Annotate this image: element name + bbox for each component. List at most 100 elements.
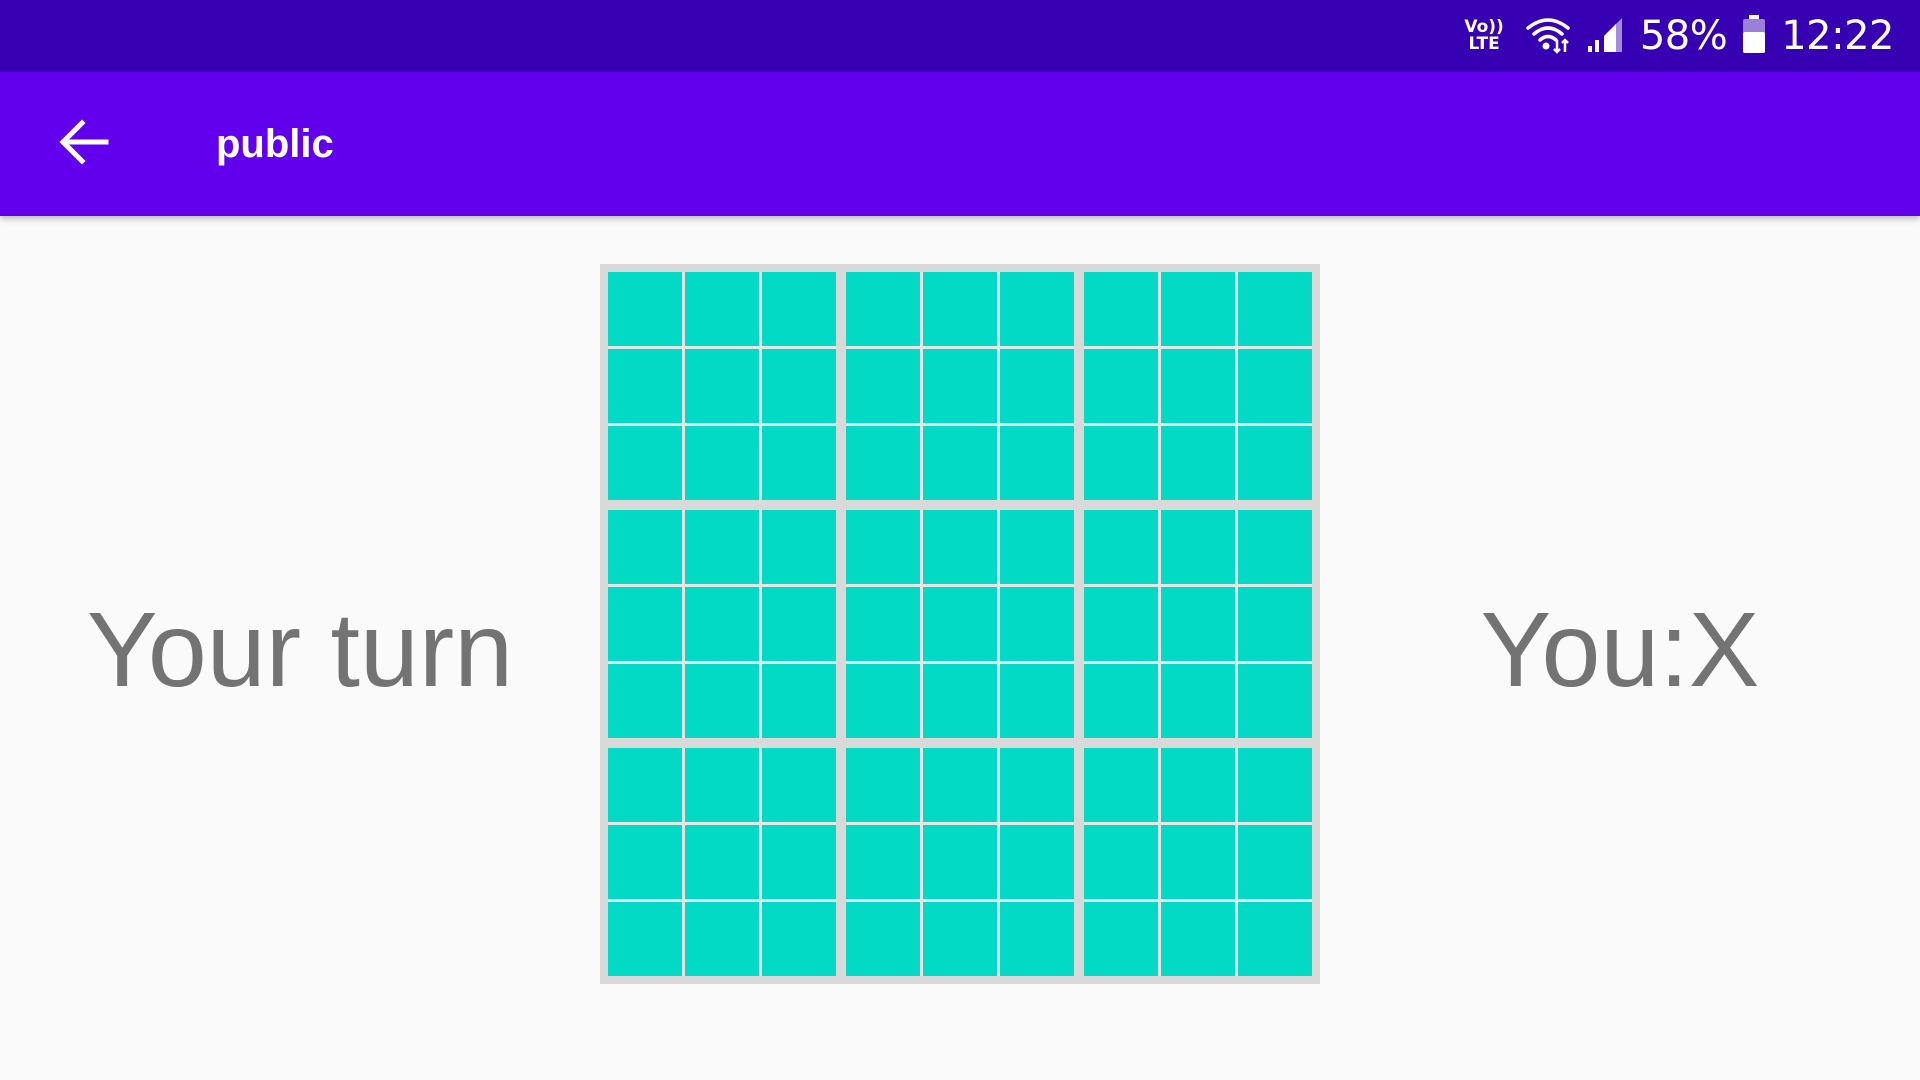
board-cell[interactable]: [762, 426, 836, 500]
back-button[interactable]: [44, 108, 124, 180]
board-cell[interactable]: [1161, 825, 1235, 899]
clock: 12:22: [1781, 13, 1894, 59]
app-bar: public: [0, 72, 1920, 216]
board-cell[interactable]: [923, 587, 997, 661]
board-block: [608, 748, 836, 976]
board-cell[interactable]: [923, 272, 997, 346]
board-cell[interactable]: [762, 349, 836, 423]
board-cell[interactable]: [1084, 902, 1158, 976]
board-cell[interactable]: [685, 902, 759, 976]
board-cell[interactable]: [608, 349, 682, 423]
board-cell[interactable]: [846, 825, 920, 899]
board-cell[interactable]: [685, 426, 759, 500]
board-block: [1084, 272, 1312, 500]
board-cell[interactable]: [1000, 426, 1074, 500]
board-cell[interactable]: [1238, 426, 1312, 500]
board-cell[interactable]: [923, 510, 997, 584]
board-cell[interactable]: [1161, 748, 1235, 822]
board-cell[interactable]: [762, 587, 836, 661]
board-cell[interactable]: [846, 587, 920, 661]
board-cell[interactable]: [1000, 664, 1074, 738]
board-cell[interactable]: [1161, 272, 1235, 346]
board-cell[interactable]: [685, 349, 759, 423]
board-cell[interactable]: [1161, 349, 1235, 423]
board-cell[interactable]: [1161, 426, 1235, 500]
board-cell[interactable]: [1238, 664, 1312, 738]
board-cell[interactable]: [1084, 825, 1158, 899]
board-cell[interactable]: [608, 272, 682, 346]
board-cell[interactable]: [608, 426, 682, 500]
volte-icon: Vo)) LTE: [1464, 19, 1503, 53]
board-cell[interactable]: [1000, 510, 1074, 584]
board-cell[interactable]: [1161, 902, 1235, 976]
board-cell[interactable]: [846, 510, 920, 584]
board-cell[interactable]: [1238, 825, 1312, 899]
board-cell[interactable]: [608, 825, 682, 899]
board-cell[interactable]: [1238, 510, 1312, 584]
board-block: [1084, 748, 1312, 976]
board-cell[interactable]: [846, 902, 920, 976]
board-cell[interactable]: [1161, 510, 1235, 584]
board-cell[interactable]: [1000, 748, 1074, 822]
board-cell[interactable]: [1238, 748, 1312, 822]
board-cell[interactable]: [762, 272, 836, 346]
board-cell[interactable]: [762, 902, 836, 976]
board-cell[interactable]: [1084, 664, 1158, 738]
board-cell[interactable]: [1238, 902, 1312, 976]
board-cell[interactable]: [1084, 272, 1158, 346]
board-cell[interactable]: [923, 664, 997, 738]
status-bar: Vo)) LTE 58% 12:22: [0, 0, 1920, 72]
battery-icon: [1741, 14, 1767, 59]
board-cell[interactable]: [923, 825, 997, 899]
board-cell[interactable]: [685, 748, 759, 822]
board-cell[interactable]: [1238, 587, 1312, 661]
board-cell[interactable]: [608, 664, 682, 738]
board-cell[interactable]: [762, 510, 836, 584]
board-block: [608, 510, 836, 738]
board-cell[interactable]: [1238, 349, 1312, 423]
board-cell[interactable]: [846, 664, 920, 738]
board-cell[interactable]: [608, 748, 682, 822]
board-cell[interactable]: [1161, 664, 1235, 738]
board-cell[interactable]: [846, 272, 920, 346]
board-cell[interactable]: [685, 510, 759, 584]
board-cell[interactable]: [685, 587, 759, 661]
board-block: [608, 272, 836, 500]
board-cell[interactable]: [1084, 510, 1158, 584]
board-cell[interactable]: [685, 825, 759, 899]
board-cell[interactable]: [1084, 587, 1158, 661]
board-cell[interactable]: [1000, 902, 1074, 976]
board-cell[interactable]: [1000, 825, 1074, 899]
status-icons: Vo)) LTE 58% 12:22: [1464, 0, 1894, 72]
board-cell[interactable]: [1084, 748, 1158, 822]
board-cell[interactable]: [846, 426, 920, 500]
board-cell[interactable]: [1000, 587, 1074, 661]
volte-bottom-label: LTE: [1468, 34, 1500, 54]
board-cell[interactable]: [1161, 587, 1235, 661]
board-block: [846, 510, 1074, 738]
board-cell[interactable]: [685, 272, 759, 346]
board-cell[interactable]: [846, 748, 920, 822]
board-cell[interactable]: [608, 587, 682, 661]
board-cell[interactable]: [923, 902, 997, 976]
board-cell[interactable]: [1084, 426, 1158, 500]
board-cell[interactable]: [1238, 272, 1312, 346]
board-cell[interactable]: [846, 349, 920, 423]
board-cell[interactable]: [608, 510, 682, 584]
board-cell[interactable]: [923, 349, 997, 423]
board-cell[interactable]: [762, 664, 836, 738]
board-cell[interactable]: [1000, 349, 1074, 423]
board-cell[interactable]: [1084, 349, 1158, 423]
board-cell[interactable]: [685, 664, 759, 738]
wifi-icon: [1524, 14, 1572, 59]
turn-status: Your turn: [86, 591, 514, 709]
board-block: [1084, 510, 1312, 738]
page-title: public: [216, 122, 334, 166]
board-cell[interactable]: [762, 748, 836, 822]
player-symbol: You:X: [1480, 591, 1760, 709]
board-cell[interactable]: [923, 426, 997, 500]
board-cell[interactable]: [923, 748, 997, 822]
board-cell[interactable]: [1000, 272, 1074, 346]
board-cell[interactable]: [762, 825, 836, 899]
board-cell[interactable]: [608, 902, 682, 976]
